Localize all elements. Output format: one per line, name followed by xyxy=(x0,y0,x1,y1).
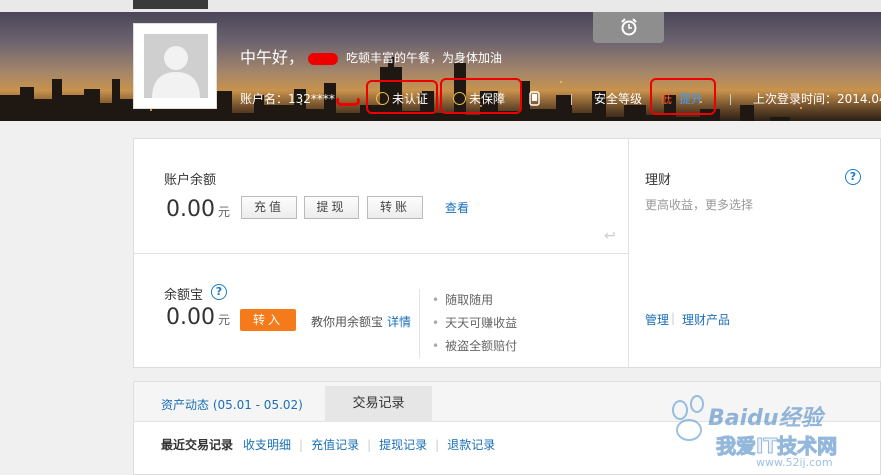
yuebao-amount: 0.00 元 xyxy=(166,305,230,330)
transfer-in-button[interactable]: 转入 xyxy=(240,309,296,331)
profile-banner: 中午好， 吃顿丰富的午餐，为身体加油 账户名：132**** 未认证 未保障 安… xyxy=(0,12,881,121)
divider: | xyxy=(671,311,676,325)
recharge-records-link[interactable]: 充值记录 xyxy=(311,438,359,452)
annotation-circle-security xyxy=(650,78,716,115)
balance-value: 0.00 xyxy=(166,197,215,222)
assets-panel: 账户余额 0.00 元 充值 提现 转账 查看 ↩ 余额宝 ? 0.00 元 转入 … xyxy=(133,138,881,368)
recharge-button[interactable]: 充值 xyxy=(241,196,297,219)
annotation-circle-unverified xyxy=(366,80,438,114)
feature-item: 天天可赚收益 xyxy=(432,312,517,335)
phone-icon[interactable] xyxy=(529,90,540,108)
yuebao-tutorial-text: 教你用余额宝 xyxy=(311,315,384,329)
yuebao-label: 余额宝 xyxy=(164,288,204,303)
redacted-name-mark xyxy=(308,52,339,65)
watermark-site: 我爱IT技术网 xyxy=(715,434,838,459)
record-filter-links: 最近交易记录 收支明细 | 充值记录 | 提现记录 | 退款记录 xyxy=(161,438,496,452)
divider xyxy=(730,94,731,105)
withdraw-button[interactable]: 提现 xyxy=(304,196,359,219)
recent-transactions-title: 最近交易记录 xyxy=(161,438,234,452)
withdraw-records-link[interactable]: 提现记录 xyxy=(379,438,427,452)
balance-unit: 元 xyxy=(217,205,230,219)
watermark: Baidu经验 我爱IT技术网 www.52ij.com xyxy=(660,392,881,475)
annotation-circle-unprotected xyxy=(440,78,522,114)
view-balance-link[interactable]: 查看 xyxy=(445,199,469,216)
return-arrow-icon[interactable]: ↩ xyxy=(604,228,616,244)
red-scribble-mark xyxy=(336,96,360,106)
yuebao-value: 0.00 xyxy=(166,305,215,330)
yuebao-detail-link[interactable]: 详情 xyxy=(387,313,411,330)
alarm-clock-icon xyxy=(621,18,637,36)
security-level-label: 安全等级 xyxy=(594,92,643,106)
income-expense-link[interactable]: 收支明细 xyxy=(243,438,291,452)
watermark-url: www.52ij.com xyxy=(756,456,833,469)
yuebao-unit: 元 xyxy=(217,313,230,327)
watermark-brand: Baidu经验 xyxy=(708,406,823,431)
divider xyxy=(571,94,572,105)
finance-products-link[interactable]: 理财产品 xyxy=(682,311,730,328)
account-balance-label: 账户余额 xyxy=(164,173,217,188)
tab-asset-dynamics[interactable]: 资产动态 (05.01 - 05.02) xyxy=(161,396,303,413)
yuebao-features: 随取随用 天天可赚收益 被盗全额赔付 xyxy=(419,289,517,358)
finance-manage-link[interactable]: 管理 xyxy=(645,311,669,328)
feature-item: 被盗全额赔付 xyxy=(432,335,517,358)
greeting: 中午好， xyxy=(240,44,342,68)
tab-transaction-records[interactable]: 交易记录 xyxy=(325,386,432,422)
top-nav-tab[interactable] xyxy=(133,0,208,9)
default-user-icon xyxy=(152,46,200,98)
divider xyxy=(628,139,629,367)
greeting-text: 中午好， xyxy=(240,48,305,67)
top-nav-strip xyxy=(0,0,881,12)
greeting-subtitle: 吃顿丰富的午餐，为身体加油 xyxy=(346,51,503,65)
help-icon[interactable]: ? xyxy=(845,169,861,185)
alarm-clock-button[interactable] xyxy=(593,12,664,43)
refund-records-link[interactable]: 退款记录 xyxy=(447,438,495,452)
avatar[interactable] xyxy=(133,23,217,109)
divider xyxy=(134,253,628,254)
last-login-time: 上次登录时间：2014.04 xyxy=(753,92,881,106)
account-balance-amount: 0.00 元 xyxy=(166,197,230,222)
help-icon[interactable]: ? xyxy=(211,284,227,300)
finance-subtitle: 更高收益，更多选择 xyxy=(645,198,754,212)
feature-item: 随取随用 xyxy=(432,289,517,312)
transfer-button[interactable]: 转账 xyxy=(367,196,423,219)
finance-label: 理财 xyxy=(645,173,672,188)
account-name: 账户名：132**** xyxy=(240,92,335,106)
